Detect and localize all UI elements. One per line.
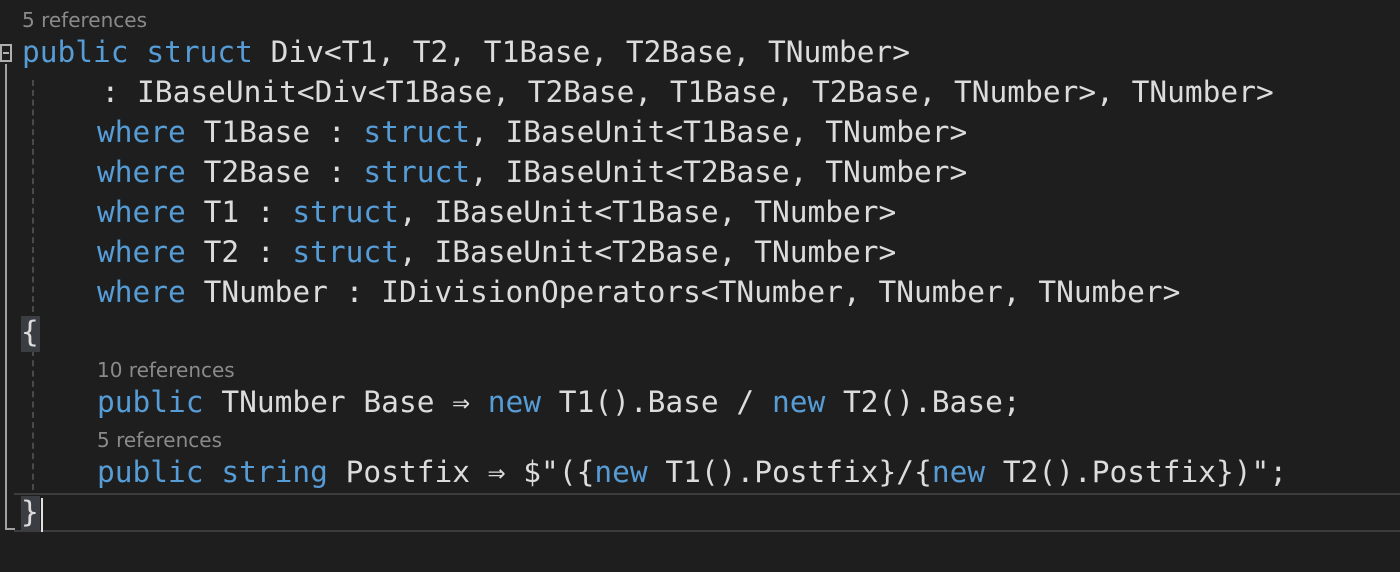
keyword-public: public (22, 35, 129, 69)
code-line-constraint-t2base: where T2Base : struct, IBaseUnit<T2Base,… (97, 152, 967, 192)
keyword-where: where (97, 275, 186, 309)
outline-guide (5, 64, 7, 530)
property-text: Postfix ⇒ (327, 455, 524, 489)
keyword-new: new (487, 385, 542, 419)
property-text: T2().Postfix (985, 455, 1217, 489)
constraint-text: T2 : (185, 235, 293, 269)
property-text: TNumber Base ⇒ (203, 385, 488, 419)
statement-terminator: ; (1269, 455, 1288, 489)
codelens-base-references[interactable]: 10 references (97, 358, 235, 382)
keyword-public: public (97, 455, 204, 489)
codelens-postfix-references[interactable]: 5 references (97, 428, 222, 452)
constraint-text: T1Base : (185, 115, 364, 149)
string-literal: / (896, 455, 915, 489)
open-brace: { (21, 315, 39, 349)
code-line-close-brace: } (21, 492, 39, 532)
text-cursor (41, 498, 43, 532)
code-editor[interactable]: 5 references public struct Div<T1, T2, T… (0, 0, 1400, 572)
indent-guide (32, 350, 34, 490)
keyword-struct: struct (292, 195, 399, 229)
property-text: T1().Postfix (647, 455, 879, 489)
keyword-new: new (771, 385, 826, 419)
keyword-struct: struct (363, 155, 470, 189)
keyword-struct: struct (363, 115, 470, 149)
interpolation-brace: { (576, 455, 595, 489)
interpolation-brace: } (1216, 455, 1234, 489)
keyword-new: new (931, 455, 986, 489)
code-line-constraint-t2: where T2 : struct, IBaseUnit<T2Base, TNu… (97, 232, 896, 272)
keyword-new: new (594, 455, 648, 489)
keyword-struct: struct (292, 235, 399, 269)
keyword-where: where (97, 155, 186, 189)
constraint-text: , IBaseUnit<T1Base, TNumber> (470, 115, 968, 149)
collapse-icon[interactable] (0, 44, 12, 62)
interpolation-brace: } (878, 455, 897, 489)
property-text: T2().Base; (825, 385, 1021, 419)
constraint-text: , IBaseUnit<T2Base, TNumber> (398, 235, 897, 269)
code-line-base-property: public TNumber Base ⇒ new T1().Base / ne… (97, 382, 1021, 422)
code-line-constraint-t1: where T1 : struct, IBaseUnit<T1Base, TNu… (97, 192, 896, 232)
code-line-struct-declaration: public struct Div<T1, T2, T1Base, T2Base… (22, 32, 910, 72)
keyword-struct: struct (146, 35, 253, 69)
close-brace: } (21, 495, 39, 529)
code-line-open-brace: { (21, 312, 39, 352)
base-interface-text: : IBaseUnit<Div<T1Base, T2Base, T1Base, … (66, 75, 1274, 109)
constraint-text: T2Base : (185, 155, 364, 189)
keyword-string: string (203, 455, 328, 489)
keyword-where: where (97, 195, 186, 229)
property-text: T1().Base / (541, 385, 772, 419)
constraint-text: TNumber : IDivisionOperators<TNumber, TN… (185, 275, 1181, 309)
constraint-text: , IBaseUnit<T1Base, TNumber> (398, 195, 897, 229)
keyword-where: where (97, 115, 186, 149)
keyword-where: where (97, 235, 186, 269)
code-line-constraint-t1base: where T1Base : struct, IBaseUnit<T1Base,… (97, 112, 967, 152)
struct-signature: Div<T1, T2, T1Base, T2Base, TNumber> (252, 35, 911, 69)
interpolation-brace: { (914, 455, 932, 489)
code-line-postfix-property: public string Postfix ⇒ $"({new T1().Pos… (97, 452, 1287, 492)
string-literal: )" (1233, 455, 1270, 489)
codelens-struct-references[interactable]: 5 references (22, 8, 147, 32)
keyword-public: public (97, 385, 204, 419)
string-literal: $"( (523, 455, 577, 489)
code-line-base-interface: : IBaseUnit<Div<T1Base, T2Base, T1Base, … (66, 72, 1274, 112)
current-line-border-top (14, 493, 1400, 495)
current-line-border-bottom (14, 530, 1400, 532)
code-line-constraint-tnumber: where TNumber : IDivisionOperators<TNumb… (97, 272, 1180, 312)
constraint-text: , IBaseUnit<T2Base, TNumber> (470, 155, 968, 189)
constraint-text: T1 : (185, 195, 293, 229)
indent-guide (32, 80, 34, 312)
